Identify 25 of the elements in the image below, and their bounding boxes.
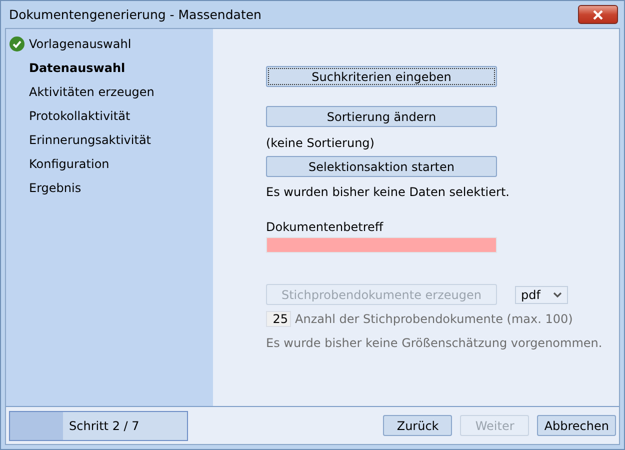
step-item: Konfiguration — [29, 157, 110, 171]
step-item: Datenauswahl — [29, 61, 126, 75]
close-button[interactable] — [578, 5, 618, 24]
wizard-button[interactable]: Zurück — [383, 415, 452, 436]
subject-label: Dokumentenbetreff — [266, 220, 384, 234]
progress-label: Schritt 2 / 7 — [69, 418, 140, 432]
sort-status: (keine Sortierung) — [266, 136, 374, 150]
sort-button[interactable]: Sortierung ändern — [266, 106, 497, 127]
close-icon — [592, 10, 604, 20]
step-item: Vorlagenauswahl — [29, 37, 132, 51]
step-item: Ergebnis — [29, 181, 82, 195]
wizard-button[interactable]: Abbrechen — [537, 415, 616, 436]
sample-count-field[interactable]: 25 — [266, 311, 291, 327]
subject-field[interactable] — [266, 237, 497, 253]
chevron-down-icon — [553, 292, 562, 298]
step-item: Erinnerungsaktivität — [29, 133, 151, 147]
search-criteria-button[interactable]: Suchkriterien eingeben — [266, 66, 497, 87]
format-select[interactable]: pdf — [515, 286, 568, 304]
selection-status: Es wurden bisher keine Daten selektiert. — [266, 185, 510, 199]
estimate-status: Es wurde bisher keine Größenschätzung vorgenommen. — [266, 336, 602, 350]
window-title: Dokumentengenerierung - Massendaten — [9, 7, 262, 22]
sample-count-label: Anzahl der Stichprobendokumente (max. 100) — [295, 312, 573, 326]
step-item: Aktivitäten erzeugen — [29, 85, 154, 99]
step-item: Protokollaktivität — [29, 109, 130, 123]
selection-button[interactable]: Selektionsaktion starten — [266, 156, 497, 177]
